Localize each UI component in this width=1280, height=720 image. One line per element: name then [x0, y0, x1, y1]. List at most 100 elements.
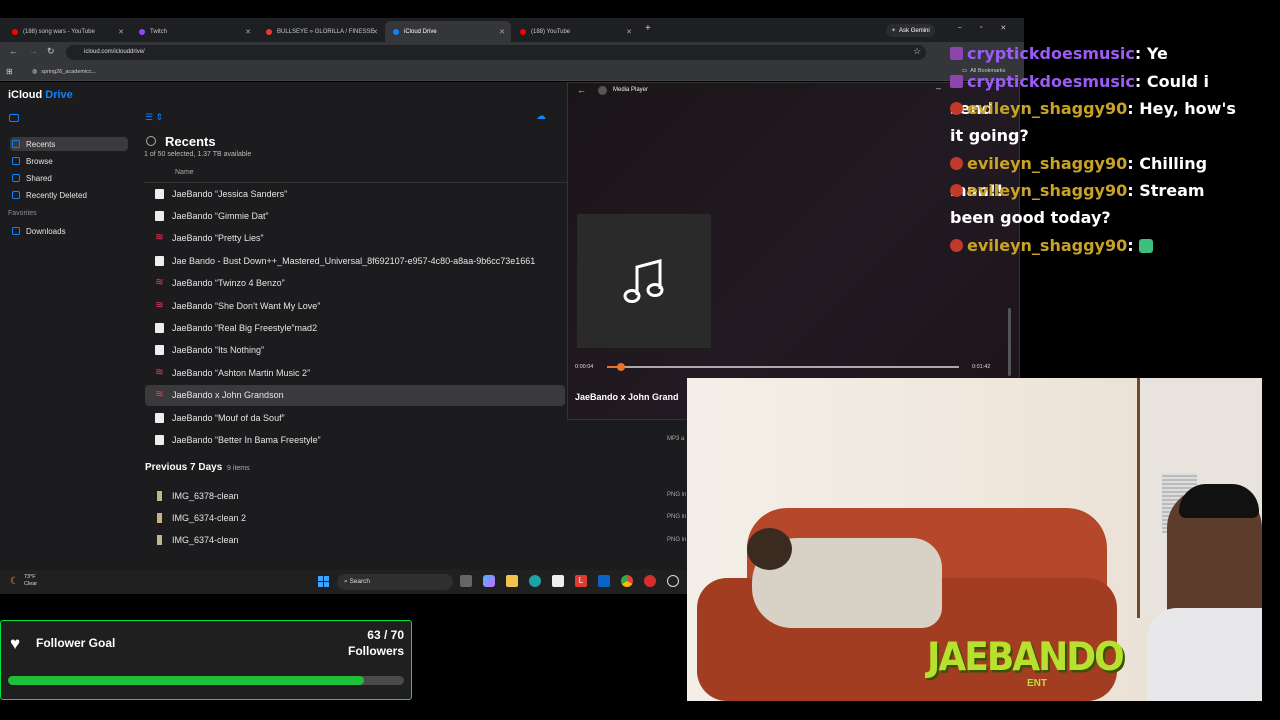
- browser-tab[interactable]: (188) YouTube ✕: [512, 21, 638, 42]
- elapsed-time: 0:00:04: [575, 364, 594, 370]
- document-icon: [155, 255, 164, 266]
- sidebar-item-icon: [12, 174, 20, 182]
- chat-username[interactable]: cryptickdoesmusic: [967, 44, 1135, 63]
- apps-grid-icon[interactable]: ⊞: [6, 67, 13, 76]
- webcam-feed: JAEBANDO ENT: [687, 378, 1262, 701]
- file-row[interactable]: ≋ JaeBando “She Don’t Want My Love”: [145, 295, 565, 316]
- tab-favicon-icon: [520, 28, 526, 35]
- task-view-icon[interactable]: [460, 575, 472, 587]
- chat-colon: :: [1127, 236, 1140, 255]
- chat-colon: :: [1127, 154, 1140, 173]
- chat-username[interactable]: evileyn_shaggy90: [967, 181, 1127, 200]
- user-badge-icon: [950, 47, 963, 60]
- tab-close-icon[interactable]: ✕: [499, 28, 505, 36]
- sidebar-toggle-icon[interactable]: [9, 114, 19, 122]
- maximize-icon[interactable]: ▫: [980, 24, 982, 32]
- sidebar-item[interactable]: Recents: [10, 137, 128, 151]
- file-row[interactable]: ≋ JaeBando x John Grandson: [145, 384, 565, 406]
- file-row[interactable]: ≋ JaeBando “Ashton Martin Music 2”: [145, 362, 565, 383]
- app-l-icon[interactable]: L: [575, 575, 587, 587]
- tab-close-icon[interactable]: ✕: [118, 28, 124, 36]
- chat-username[interactable]: evileyn_shaggy90: [967, 154, 1127, 173]
- app-circle-icon[interactable]: [667, 575, 679, 587]
- follower-goal-widget: ♥ Follower Goal 63 / 70 Followers: [0, 620, 412, 700]
- chat-username[interactable]: evileyn_shaggy90: [967, 99, 1127, 118]
- file-row[interactable]: Jae Bando - Bust Down++_Mastered_Univers…: [145, 250, 565, 271]
- start-icon[interactable]: [318, 576, 329, 587]
- chat-message: evileyn_shaggy90: Stream been good today…: [950, 177, 1250, 231]
- document-icon: [155, 210, 164, 221]
- file-row[interactable]: ≋ JaeBando “Twinzo 4 Benzo”: [145, 273, 565, 294]
- edge-icon[interactable]: [529, 575, 541, 587]
- back-icon[interactable]: ←: [9, 46, 18, 56]
- sidebar: Recents Browse Shared Recently Deleted Favo…: [0, 106, 136, 570]
- new-tab-button[interactable]: +: [645, 23, 651, 34]
- taskbar-search[interactable]: ⌕ Search: [337, 574, 453, 590]
- file-row[interactable]: ≋ JaeBando “Pretty Lies”: [145, 228, 565, 249]
- tab-favicon-icon: [266, 28, 272, 35]
- chat-username[interactable]: evileyn_shaggy90: [967, 236, 1127, 255]
- chat-username[interactable]: cryptickdoesmusic: [967, 72, 1135, 91]
- user-badge-icon: [950, 184, 963, 197]
- upload-icon[interactable]: ☁: [536, 111, 546, 122]
- image-file-icon: [157, 490, 162, 501]
- close-icon[interactable]: ✕: [1000, 24, 1006, 32]
- copilot-icon[interactable]: [483, 575, 495, 587]
- minimize-icon[interactable]: –: [958, 24, 962, 32]
- outlook-icon[interactable]: [598, 575, 610, 587]
- bookmark-item[interactable]: ◍ spring26_academicc...: [32, 68, 96, 76]
- page-title: Recents: [165, 134, 216, 149]
- sidebar-item[interactable]: Shared: [10, 171, 128, 185]
- media-scrollbar[interactable]: [1008, 308, 1011, 376]
- sidebar-item[interactable]: Browse: [10, 154, 128, 168]
- forward-icon[interactable]: →: [29, 46, 38, 56]
- file-row[interactable]: IMG_6374-clean 2: [145, 507, 565, 528]
- chat-colon: :: [1127, 181, 1140, 200]
- sleeping-head: [747, 528, 792, 570]
- media-player-icon: [598, 86, 607, 95]
- file-row[interactable]: IMG_6378-clean: [145, 485, 565, 506]
- file-row[interactable]: JaeBando “Jessica Sanders”: [145, 183, 565, 204]
- media-minimize-icon[interactable]: –: [936, 83, 941, 93]
- weather-widget[interactable]: ☾ 73°F Clear: [10, 574, 37, 588]
- file-row[interactable]: JaeBando “Mouf of da Souf”: [145, 407, 565, 428]
- file-row[interactable]: JaeBando “Gimmie Dat”: [145, 205, 565, 226]
- file-row[interactable]: IMG_6374-clean: [145, 530, 565, 551]
- user-badge-icon: [950, 157, 963, 170]
- section-header: Previous 7 Days 9 items: [145, 462, 250, 473]
- favorites-header: Favorites: [8, 210, 37, 217]
- bookmark-star-icon[interactable]: ☆: [913, 46, 921, 57]
- tab-favicon-icon: [393, 28, 399, 35]
- globe-icon: ◍: [32, 69, 38, 75]
- media-back-icon[interactable]: ←: [577, 85, 586, 95]
- seek-bar[interactable]: [607, 366, 959, 368]
- sidebar-item[interactable]: Recently Deleted: [10, 188, 128, 202]
- file-row[interactable]: JaeBando “Better In Bama Freestyle”: [145, 429, 565, 450]
- file-row[interactable]: JaeBando “Real Big Freestyle”mad2: [145, 317, 565, 338]
- folder-icon: [12, 227, 20, 235]
- store-icon[interactable]: [552, 575, 564, 587]
- browser-tab[interactable]: BULLSEYE » GLORILLA / FINESSE ✕: [258, 21, 384, 42]
- address-bar[interactable]: icloud.com/iclouddrive/: [66, 45, 926, 60]
- user-badge-icon: [950, 102, 963, 115]
- file-row[interactable]: JaeBando “Its Nothing”: [145, 340, 565, 361]
- view-options-icon[interactable]: ☰ ⇕: [145, 112, 163, 123]
- favorite-item[interactable]: Downloads: [10, 224, 128, 238]
- file-explorer-icon[interactable]: [506, 575, 518, 587]
- tab-close-icon[interactable]: ✕: [245, 28, 251, 36]
- seek-thumb[interactable]: [616, 363, 625, 371]
- icloud-logo[interactable]: iCloud Drive: [8, 89, 73, 101]
- column-header-name[interactable]: Name: [175, 169, 194, 176]
- chrome-icon[interactable]: [621, 575, 633, 587]
- tab-close-icon[interactable]: ✕: [626, 28, 632, 36]
- ask-gemini-button[interactable]: ✦ Ask Gemini: [886, 24, 935, 37]
- tab-close-icon[interactable]: ✕: [372, 28, 378, 36]
- taskbar: ☾ 73°F Clear ⌕ Search L: [0, 570, 687, 594]
- chat-colon: :: [1134, 44, 1147, 63]
- browser-tab[interactable]: Twitch ✕: [131, 21, 257, 42]
- duration-time: 0:01:42: [972, 364, 991, 370]
- app-red-icon[interactable]: [644, 575, 656, 587]
- browser-tab[interactable]: iCloud Drive ✕: [385, 21, 511, 42]
- browser-tab[interactable]: (188) song wars - YouTube ✕: [4, 21, 130, 42]
- reload-icon[interactable]: ↻: [47, 46, 55, 57]
